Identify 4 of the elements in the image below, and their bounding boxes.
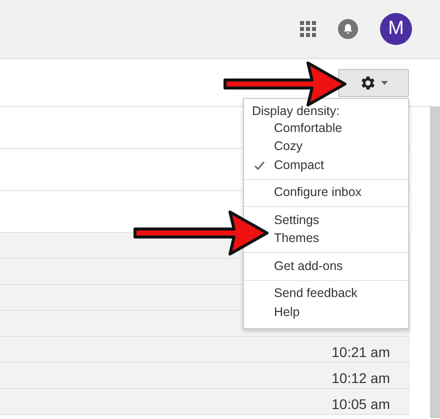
message-time: 10:12 am: [332, 370, 390, 386]
menu-heading: Display density:: [251, 103, 341, 119]
message-time: 10:21 am: [332, 344, 390, 360]
message-time: 10:05 am: [332, 396, 390, 412]
